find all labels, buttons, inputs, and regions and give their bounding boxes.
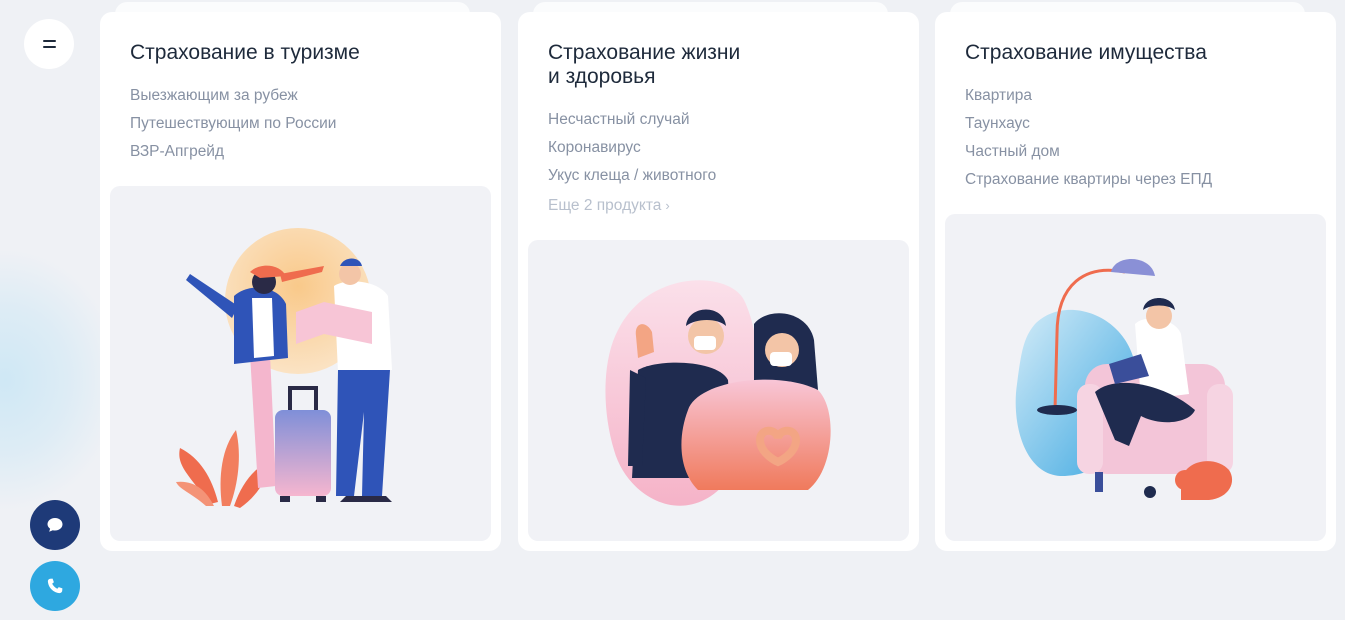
card-link[interactable]: Несчастный случай [548, 106, 716, 134]
more-products-link[interactable]: Еще 2 продукта › [548, 197, 670, 215]
travelers-illustration [110, 186, 491, 541]
card-links: Несчастный случай Коронавирус Укус клеща… [548, 106, 716, 190]
masked-people-illustration [528, 240, 909, 541]
home-reading-illustration [945, 214, 1326, 541]
card-links: Квартира Таунхаус Частный дом Страховани… [965, 82, 1212, 194]
chat-icon [47, 518, 63, 532]
card-life-health[interactable]: Страхование жизни и здоровья Несчастный … [518, 12, 919, 551]
card-link[interactable]: Квартира [965, 82, 1212, 110]
card-tourism[interactable]: Страхование в туризме Выезжающим за рубе… [100, 12, 501, 551]
card-link[interactable]: Выезжающим за рубеж [130, 82, 336, 110]
chat-button[interactable] [30, 500, 80, 550]
card-title[interactable]: Страхование жизни и здоровья [548, 41, 878, 89]
card-link[interactable]: Укус клеща / животного [548, 162, 716, 190]
card-link[interactable]: Страхование квартиры через ЕПД [965, 166, 1212, 194]
card-link[interactable]: Таунхаус [965, 110, 1212, 138]
card-title[interactable]: Страхование в туризме [130, 41, 460, 65]
phone-icon [47, 578, 63, 594]
card-link[interactable]: ВЗР-Апгрейд [130, 138, 336, 166]
menu-icon [42, 40, 56, 48]
card-links: Выезжающим за рубеж Путешествующим по Ро… [130, 82, 336, 166]
chevron-right-icon: › [665, 198, 670, 213]
card-property[interactable]: Страхование имущества Квартира Таунхаус … [935, 12, 1336, 551]
card-link[interactable]: Путешествующим по России [130, 110, 336, 138]
card-link[interactable]: Коронавирус [548, 134, 716, 162]
menu-button[interactable] [24, 19, 74, 69]
page: Страхование в туризме Выезжающим за рубе… [0, 0, 1345, 620]
card-title[interactable]: Страхование имущества [965, 41, 1295, 65]
more-products-label: Еще 2 продукта [548, 197, 662, 214]
card-link[interactable]: Частный дом [965, 138, 1212, 166]
phone-button[interactable] [30, 561, 80, 611]
